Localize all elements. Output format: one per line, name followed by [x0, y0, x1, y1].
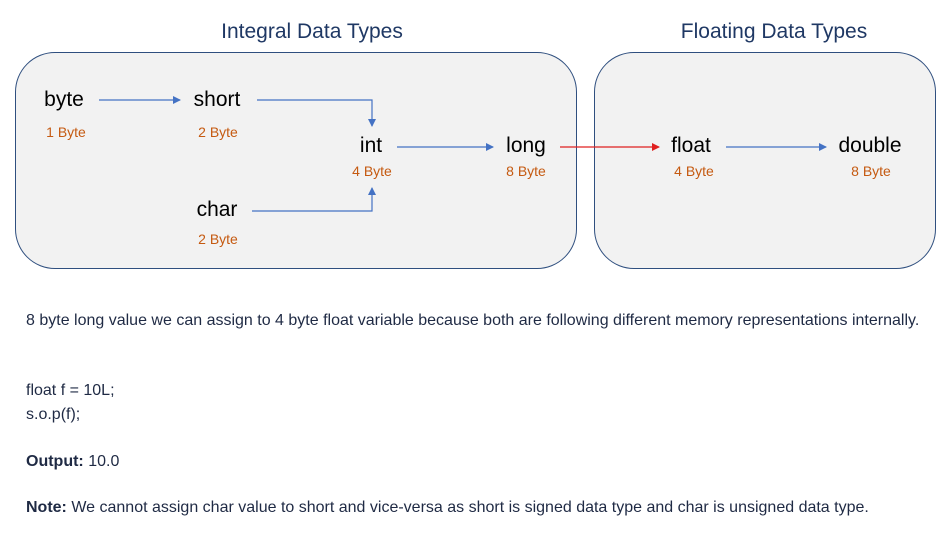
type-float-size: 4 Byte [674, 163, 714, 179]
type-char-size: 2 Byte [198, 231, 238, 247]
type-double-name: double [838, 134, 902, 157]
type-double-size: 8 Byte [851, 163, 891, 179]
code-line-1: float f = 10L; [26, 382, 115, 399]
description-text: 8 byte long value we can assign to 4 byt… [26, 312, 920, 329]
output-line: Output: 10.0 [26, 450, 926, 474]
type-short-name: short [193, 88, 241, 111]
type-char-name: char [196, 198, 238, 221]
output-label: Output: [26, 453, 84, 470]
type-int-size: 4 Byte [352, 163, 392, 179]
type-long-size: 8 Byte [506, 163, 546, 179]
type-float-name: float [671, 134, 711, 157]
note-text: We cannot assign char value to short and… [66, 499, 869, 516]
type-long-name: long [506, 134, 546, 157]
arrow-short-to-int [257, 99, 376, 127]
type-byte-name: byte [44, 88, 84, 111]
type-byte-size: 1 Byte [46, 124, 86, 140]
type-short-size: 2 Byte [198, 124, 238, 140]
note-label: Note: [26, 499, 67, 516]
output-value: 10.0 [83, 453, 120, 470]
type-int-name: int [359, 134, 383, 157]
code-line-2: s.o.p(f); [26, 406, 81, 423]
arrow-char-to-int [252, 187, 376, 212]
note-paragraph: Note: We cannot assign char value to sho… [26, 496, 926, 520]
